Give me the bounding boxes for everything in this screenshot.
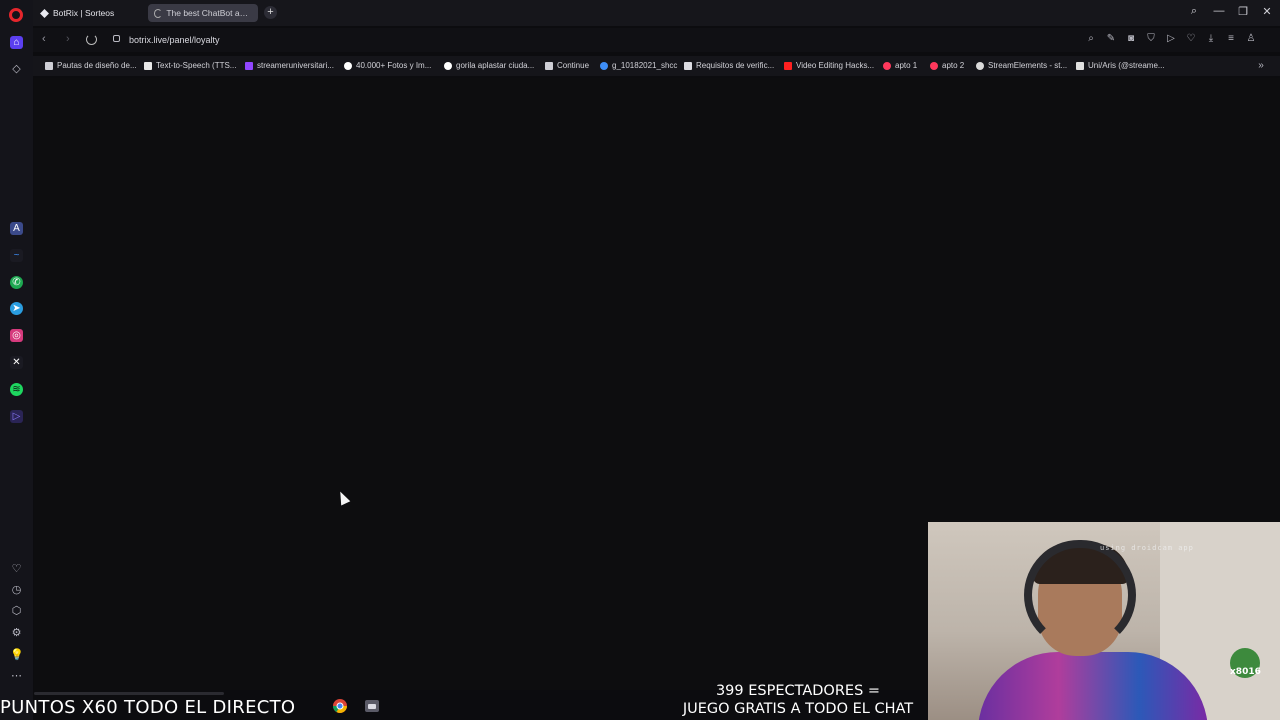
bookmark-item[interactable]: Continue (545, 61, 589, 70)
streamelements-icon (976, 61, 984, 70)
viewers-goal-line1: 399 ESPECTADORES = (715, 683, 881, 699)
bookmark-item[interactable]: streameruniversitari... (245, 61, 334, 70)
snapshot-camera-icon[interactable]: ◙ (1126, 34, 1136, 44)
webcam-watermark: using droidcam app (1100, 544, 1194, 552)
minimize-button[interactable]: — (1211, 5, 1227, 17)
download-icon[interactable]: ⤓ (1206, 34, 1216, 44)
heart-icon[interactable]: ♡ (10, 563, 23, 576)
bookmark-label: Continue (557, 61, 590, 70)
tab-label: BotRix | Sorteos (53, 8, 115, 18)
bookmark-label: streameruniversitari... (257, 61, 334, 70)
forward-icon[interactable]: › (66, 33, 70, 45)
menu-icon[interactable]: ≡ (1226, 34, 1236, 44)
back-icon[interactable]: ‹ (42, 33, 46, 45)
edit-icon[interactable]: ✎ (1106, 34, 1116, 44)
bookmark-label: Requisitos de verific... (696, 61, 775, 70)
spotify-icon[interactable]: ≋ (10, 383, 23, 396)
tab-botrix-sorteos[interactable]: BotRix | Sorteos (34, 4, 144, 22)
lightbulb-icon[interactable]: 💡 (10, 649, 24, 662)
bookmark-item[interactable]: gorila aplastar ciuda... (444, 61, 534, 70)
vpn-shield-icon[interactable]: ⛉ (1146, 34, 1156, 44)
more-icon[interactable]: ⋯ (10, 670, 23, 683)
bookmark-heart-icon[interactable]: ♡ (1186, 34, 1196, 44)
doc-icon (545, 61, 553, 70)
loading-spinner-icon (154, 8, 163, 18)
bookmark-label: Pautas de diseño de... (57, 61, 137, 70)
bookmark-item[interactable]: g_10182021_shcc (600, 61, 677, 70)
profile-icon[interactable]: ♙ (1246, 34, 1256, 44)
tts-icon (144, 61, 152, 70)
home-icon[interactable]: ⌂ (10, 36, 23, 49)
pexels-icon (344, 61, 352, 70)
viewers-goal-line2: JUEGO GRATIS A TODO EL CHAT (682, 701, 914, 717)
app-taskbar-icon[interactable] (364, 698, 380, 714)
bookmark-item[interactable]: Video Editing Hacks... (784, 61, 874, 70)
bookmark-label: Uni/Aris (@streame... (1088, 61, 1165, 70)
telegram-icon[interactable]: ➤ (10, 302, 23, 315)
bookmark-label: apto 1 (895, 61, 918, 70)
messenger-icon[interactable]: ~ (10, 249, 23, 262)
x-twitter-icon[interactable]: ✕ (10, 356, 23, 369)
play-icon[interactable]: ▷ (1166, 34, 1176, 44)
airbnb-icon (930, 61, 938, 70)
bookmark-item[interactable]: apto 2 (930, 61, 964, 70)
airbnb-icon (883, 61, 891, 70)
lens-search-icon[interactable]: ⌕ (1086, 34, 1096, 44)
bookmark-label: 40.000+ Fotos y Im... (356, 61, 432, 70)
doc-icon (45, 61, 53, 70)
webcam-overlay: using droidcam app x8016 (928, 522, 1280, 720)
more-bookmarks-icon[interactable]: » (1256, 61, 1266, 71)
new-tab-button[interactable]: + (264, 6, 277, 19)
history-icon[interactable]: ◷ (10, 584, 23, 597)
tab-chatbot-loading[interactable]: The best ChatBot and Wi (148, 4, 258, 22)
bookmark-item[interactable]: Uni/Aris (@streame... (1076, 61, 1165, 70)
instagram-icon[interactable]: ◎ (10, 329, 23, 342)
aria-icon[interactable]: A (10, 222, 23, 235)
twitch-icon (245, 61, 253, 70)
restore-button[interactable]: ❐ (1235, 5, 1251, 18)
bookmark-item[interactable]: Requisitos de verific... (684, 61, 774, 70)
player-icon[interactable]: ▷ (10, 410, 23, 423)
settings-gear-icon[interactable]: ⚙ (10, 627, 23, 640)
bookmark-label: g_10182021_shcc (612, 61, 678, 70)
opera-logo-icon[interactable] (9, 8, 23, 22)
tiktok-icon (1076, 61, 1084, 70)
whatsapp-icon[interactable]: ✆ (10, 276, 23, 289)
bookmark-label: Video Editing Hacks... (796, 61, 875, 70)
horizontal-scrollbar[interactable] (34, 692, 224, 695)
opera-sidebar: ⌂ ◇ A ~ ✆ ➤ ◎ ✕ ≋ ▷ ♡ ◷ ⬡ ⚙ 💡 ⋯ (0, 0, 33, 720)
page-loading-icon[interactable] (86, 34, 97, 45)
bookmark-label: StreamElements - st... (988, 61, 1068, 70)
viewers-goal-overlay: 399 ESPECTADORES = JUEGO GRATIS A TODO E… (660, 682, 936, 718)
bookmark-item[interactable]: Pautas de diseño de... (45, 61, 137, 70)
speed-dial-icon[interactable]: ◇ (10, 63, 23, 76)
search-tabs-icon[interactable]: ⌕ (1186, 5, 1202, 18)
x-icon (684, 61, 692, 70)
bookmark-label: gorila aplastar ciuda... (456, 61, 535, 70)
close-button[interactable]: ✕ (1259, 5, 1275, 18)
url-field[interactable]: botrix.live/panel/loyalty (129, 35, 220, 45)
youtube-icon (784, 61, 792, 70)
lock-icon[interactable] (113, 35, 120, 42)
bookmark-item[interactable]: 40.000+ Fotos y Im... (344, 61, 431, 70)
botrix-favicon-icon (40, 8, 49, 18)
extensions-cube-icon[interactable]: ⬡ (10, 605, 23, 618)
chrome-taskbar-icon[interactable] (332, 698, 348, 714)
bookmark-item[interactable]: StreamElements - st... (976, 61, 1067, 70)
bookmark-item[interactable]: Text-to-Speech (TTS... (144, 61, 236, 70)
google-icon (444, 61, 452, 70)
tab-label: The best ChatBot and Wi (166, 8, 252, 18)
bookmark-label: apto 2 (942, 61, 965, 70)
emote-multiplier: x8016 (1230, 667, 1261, 677)
headset-icon (1024, 540, 1136, 650)
stream-ticker: PUNTOS X60 TODO EL DIRECTO (0, 697, 296, 718)
plane-icon (600, 61, 608, 70)
bookmark-item[interactable]: apto 1 (883, 61, 917, 70)
bookmark-label: Text-to-Speech (TTS... (156, 61, 237, 70)
